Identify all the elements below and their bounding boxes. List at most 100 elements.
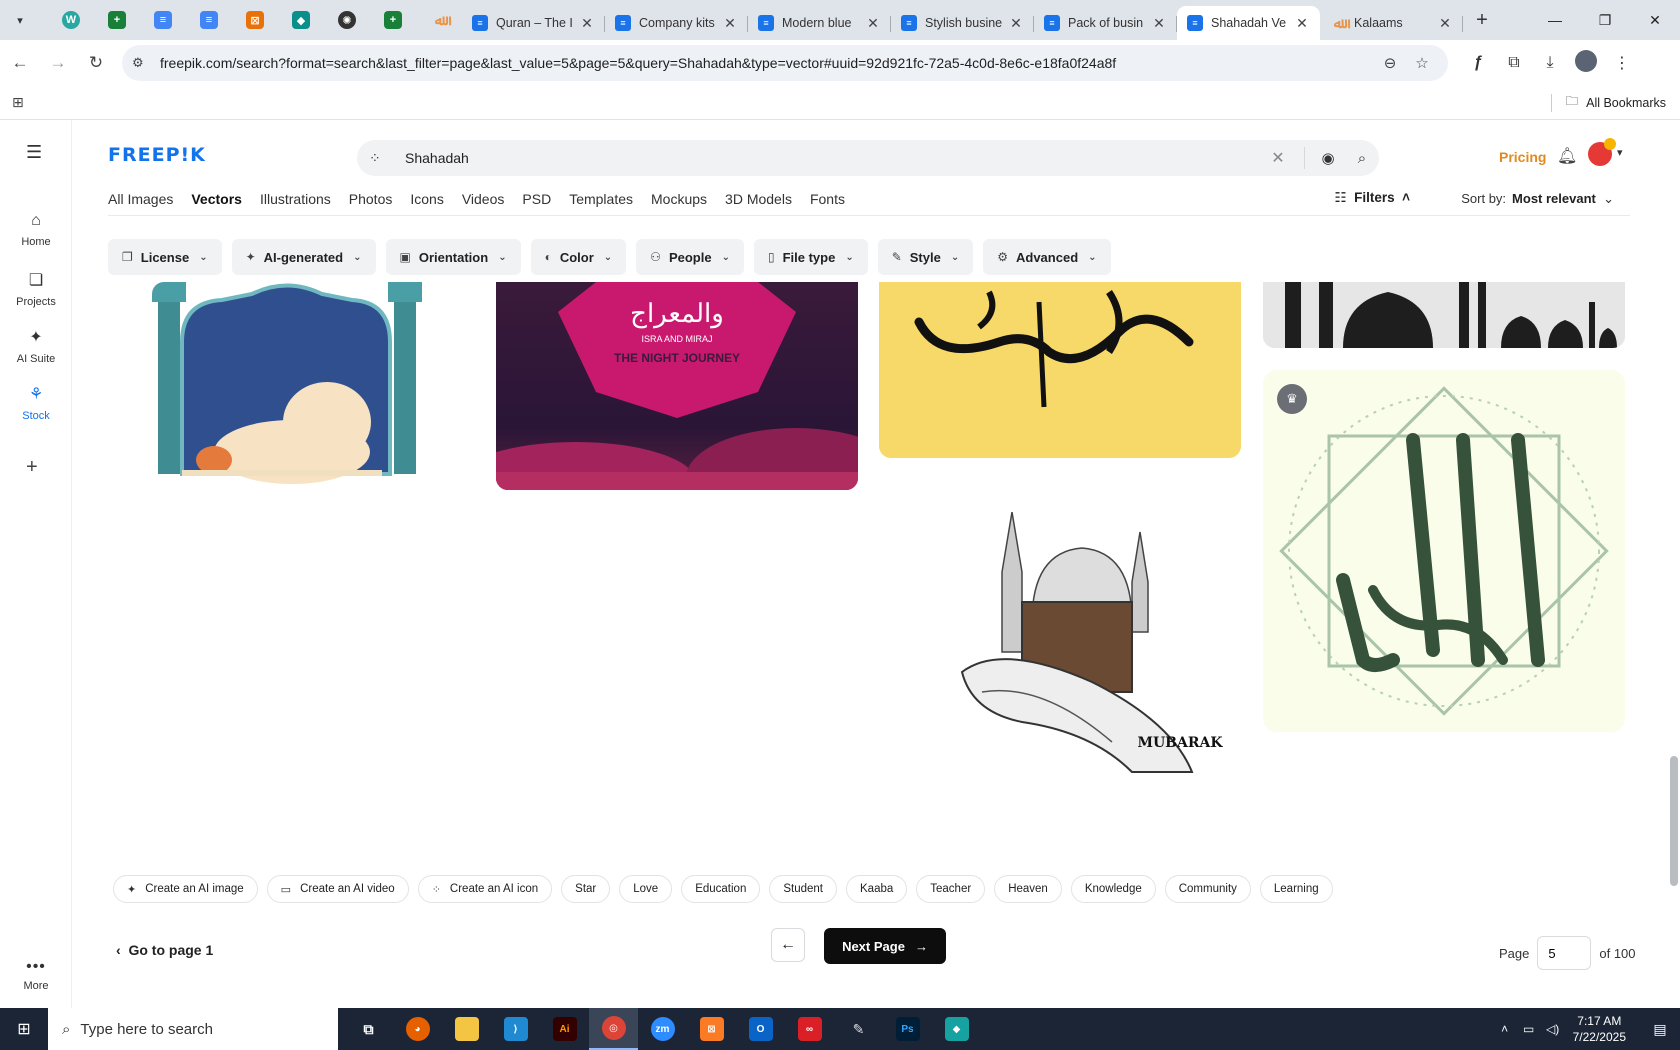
- search-icon[interactable]: ⌕: [1345, 150, 1379, 167]
- related-tag[interactable]: Heaven: [994, 875, 1062, 903]
- next-page-button[interactable]: Next Page →: [824, 928, 946, 964]
- filter-advanced[interactable]: ⚙ Advanced ⌄: [983, 239, 1111, 275]
- sort-dropdown[interactable]: Sort by: Most relevant ⌄: [1461, 191, 1614, 207]
- filter-people[interactable]: ⚇ People ⌄: [636, 239, 744, 275]
- result-card-la-ilaha[interactable]: ♛: [1263, 370, 1625, 732]
- pinned-tab[interactable]: ≡: [186, 0, 232, 40]
- close-tab-icon[interactable]: ✕: [1437, 15, 1453, 32]
- pinned-tab[interactable]: ﷲ: [416, 0, 462, 40]
- go-to-first-page-link[interactable]: ‹ Go to page 1: [116, 942, 213, 958]
- filter-style[interactable]: ✎ Style ⌄: [877, 239, 974, 275]
- related-tag[interactable]: Education: [681, 875, 761, 903]
- tab-icons[interactable]: Icons: [410, 182, 443, 216]
- camera-search-icon[interactable]: ◉: [1311, 149, 1345, 167]
- extensions-icon[interactable]: ⧉: [1496, 54, 1532, 72]
- browser-tab[interactable]: ≡ Stylish busine ✕: [891, 6, 1034, 40]
- browser-tab[interactable]: ≡ Shahadah Ve ✕: [1177, 6, 1320, 40]
- site-info-icon[interactable]: ⚙: [132, 55, 154, 71]
- vscode-icon[interactable]: ⟩: [491, 1008, 540, 1050]
- browser-tab[interactable]: ≡ Company kits ✕: [605, 6, 748, 40]
- taskbar-search-box[interactable]: ⌕ Type here to search: [48, 1008, 338, 1050]
- result-card-night-journey[interactable]: والمعراج ISRA AND MIRAJ THE NIGHT JOURNE…: [496, 282, 858, 490]
- pinned-tab[interactable]: +: [94, 0, 140, 40]
- back-icon[interactable]: ←: [2, 45, 38, 81]
- pinned-tab[interactable]: W: [48, 0, 94, 40]
- fontface-extension-icon[interactable]: ƒ: [1460, 54, 1496, 72]
- tab-mockups[interactable]: Mockups: [651, 182, 707, 216]
- chevron-down-icon[interactable]: ▾: [1617, 146, 1623, 159]
- address-bar[interactable]: ⚙ freepik.com/search?format=search&last_…: [122, 45, 1448, 81]
- filter-ai-generated[interactable]: ✦ AI-generated ⌄: [231, 239, 376, 275]
- apps-grid-icon[interactable]: ⊞: [12, 94, 24, 111]
- volume-icon[interactable]: ◁): [1541, 1022, 1565, 1036]
- tab-fonts[interactable]: Fonts: [810, 182, 845, 216]
- restore-icon[interactable]: ❐: [1580, 0, 1630, 40]
- windows-start-icon[interactable]: ⊞: [0, 1008, 48, 1050]
- chrome-icon[interactable]: ◎: [589, 1008, 638, 1050]
- add-icon[interactable]: +: [26, 456, 38, 479]
- pinned-tab[interactable]: +: [370, 0, 416, 40]
- firefox-icon[interactable]: ◕: [393, 1008, 442, 1050]
- browser-tab[interactable]: ≡ Modern blue ✕: [748, 6, 891, 40]
- freepik-logo[interactable]: FREEP!K: [108, 144, 206, 166]
- close-tab-icon[interactable]: ✕: [1151, 15, 1167, 32]
- close-tab-icon[interactable]: ✕: [865, 15, 881, 32]
- download-icon[interactable]: ⤓: [1532, 54, 1568, 72]
- tab-vectors[interactable]: Vectors: [191, 182, 242, 216]
- all-bookmarks-button[interactable]: 🗀 All Bookmarks: [1566, 92, 1666, 113]
- close-window-icon[interactable]: ✕: [1630, 0, 1680, 40]
- scrollbar-thumb[interactable]: [1670, 756, 1678, 886]
- related-tag[interactable]: Star: [561, 875, 611, 903]
- tab-photos[interactable]: Photos: [349, 182, 393, 216]
- forward-icon[interactable]: →: [40, 45, 76, 81]
- pricing-link[interactable]: Pricing: [1499, 149, 1546, 165]
- result-card-calligraphy-yellow[interactable]: [879, 282, 1241, 458]
- pinned-tab[interactable]: ◆: [278, 0, 324, 40]
- illustrator-icon[interactable]: Ai: [540, 1008, 589, 1050]
- bookmark-star-icon[interactable]: ☆: [1406, 54, 1438, 72]
- pinned-tab[interactable]: ≡: [140, 0, 186, 40]
- browser-menu-icon[interactable]: ⋮: [1604, 53, 1640, 73]
- tab-3d-models[interactable]: 3D Models: [725, 182, 792, 216]
- tab-templates[interactable]: Templates: [569, 182, 633, 216]
- reload-icon[interactable]: ↻: [78, 45, 114, 81]
- notification-icon[interactable]: ▤: [1640, 1021, 1680, 1038]
- tab-all-images[interactable]: All Images: [108, 182, 173, 216]
- ai-tag-button[interactable]: ✦ Create an AI image: [113, 875, 258, 903]
- close-tab-icon[interactable]: ✕: [579, 15, 595, 32]
- close-tab-icon[interactable]: ✕: [1294, 15, 1310, 32]
- search-type-icon[interactable]: ⁘: [369, 150, 405, 167]
- result-card-mosque-silhouette[interactable]: [1263, 282, 1625, 348]
- result-card-prayer[interactable]: [152, 282, 512, 502]
- related-tag[interactable]: Student: [769, 875, 837, 903]
- minimize-icon[interactable]: —: [1530, 0, 1580, 40]
- creative-cloud-icon[interactable]: ∞: [785, 1008, 834, 1050]
- file-explorer-icon[interactable]: [442, 1008, 491, 1050]
- tab-videos[interactable]: Videos: [462, 182, 505, 216]
- pinned-tab[interactable]: ✺: [324, 0, 370, 40]
- pinned-tab[interactable]: ⊠: [232, 0, 278, 40]
- diamond-app-icon[interactable]: ◆: [932, 1008, 981, 1050]
- pen-tool-icon[interactable]: ✎: [834, 1008, 883, 1050]
- notifications-bell-icon[interactable]: 🔔︎: [1557, 146, 1577, 166]
- filter-file-type[interactable]: ▯ File type ⌄: [753, 239, 868, 275]
- rail-item-home[interactable]: ⌂ Home: [0, 212, 72, 248]
- tab-search-button[interactable]: ▾: [8, 8, 32, 32]
- filter-license[interactable]: ❐ License ⌄: [108, 239, 222, 275]
- browser-tab[interactable]: ≡ Pack of busin ✕: [1034, 6, 1177, 40]
- previous-page-button[interactable]: ←: [771, 928, 805, 962]
- profile-avatar[interactable]: [1568, 49, 1604, 77]
- related-tag[interactable]: Learning: [1259, 875, 1333, 903]
- filter-color[interactable]: ◐ Color ⌄: [530, 239, 627, 275]
- zoom-icon[interactable]: ⊖: [1374, 54, 1406, 72]
- outlook-icon[interactable]: O: [736, 1008, 785, 1050]
- tab-illustrations[interactable]: Illustrations: [260, 182, 331, 216]
- photoshop-icon[interactable]: Ps: [883, 1008, 932, 1050]
- rail-item-projects[interactable]: ❏ Projects: [0, 270, 72, 308]
- url-text[interactable]: freepik.com/search?format=search&last_fi…: [160, 55, 1374, 71]
- search-input[interactable]: [405, 150, 1258, 166]
- browser-tab[interactable]: ≡ Quran – The I ✕: [462, 6, 605, 40]
- related-tag[interactable]: Knowledge: [1070, 875, 1156, 903]
- close-tab-icon[interactable]: ✕: [1008, 15, 1024, 32]
- task-view-icon[interactable]: ⧉: [344, 1008, 393, 1050]
